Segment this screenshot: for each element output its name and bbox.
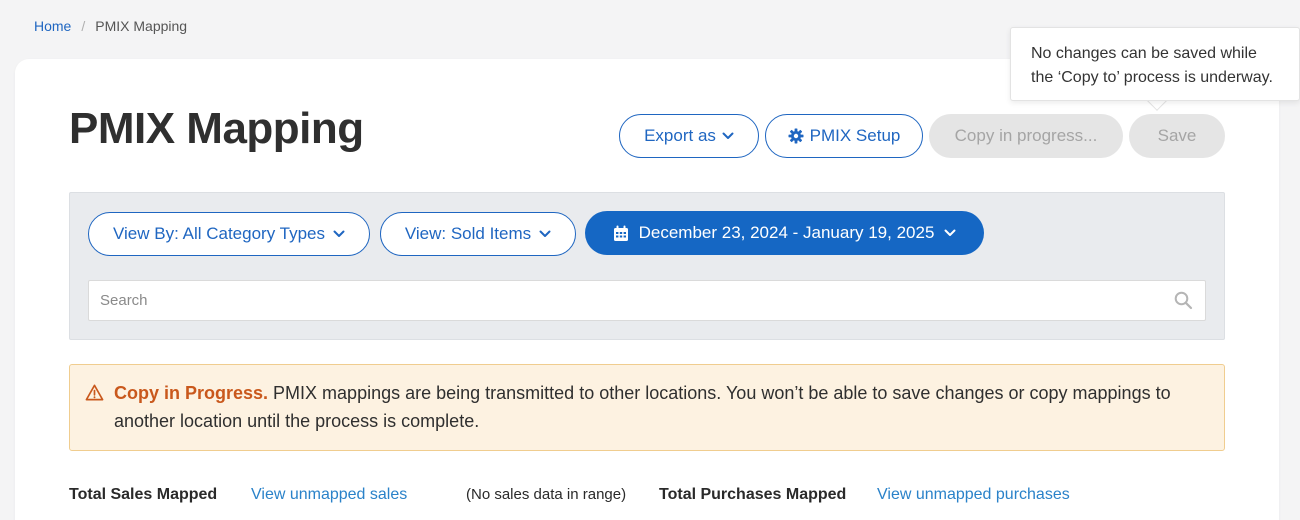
tooltip-line-1: No changes can be saved while bbox=[1031, 45, 1257, 62]
total-purchases-mapped-label: Total Purchases Mapped bbox=[659, 486, 847, 503]
calendar-icon bbox=[613, 225, 628, 241]
view-unmapped-purchases-link[interactable]: View unmapped purchases bbox=[877, 486, 1070, 504]
breadcrumb-home-link[interactable]: Home bbox=[34, 18, 71, 34]
export-as-button[interactable]: Export as bbox=[619, 114, 759, 158]
save-disabled-tooltip: No changes can be saved while the ‘Copy … bbox=[1010, 27, 1300, 101]
copy-in-progress-label: Copy in progress... bbox=[954, 126, 1098, 145]
pmix-setup-label: PMIX Setup bbox=[809, 126, 901, 145]
save-button[interactable]: Save bbox=[1129, 114, 1225, 158]
search-input[interactable] bbox=[89, 281, 1159, 320]
chevron-down-icon bbox=[333, 230, 345, 237]
alert-message: PMIX mappings are being transmitted to o… bbox=[114, 383, 1171, 431]
tooltip-line-2: the ‘Copy to’ process is underway. bbox=[1031, 69, 1273, 86]
copy-in-progress-button[interactable]: Copy in progress... bbox=[929, 114, 1123, 158]
view-by-label: View By: All Category Types bbox=[113, 224, 325, 243]
breadcrumb-current: PMIX Mapping bbox=[95, 18, 188, 34]
chevron-down-icon bbox=[944, 229, 956, 236]
chevron-down-icon bbox=[539, 230, 551, 237]
warning-triangle-icon bbox=[85, 384, 104, 401]
view-by-dropdown[interactable]: View By: All Category Types bbox=[88, 212, 370, 256]
alert-text: Copy in Progress. PMIX mappings are bein… bbox=[114, 379, 1204, 435]
export-as-label: Export as bbox=[644, 126, 716, 145]
gear-icon bbox=[788, 128, 804, 144]
alert-title: Copy in Progress. bbox=[114, 383, 269, 403]
pmix-setup-button[interactable]: PMIX Setup bbox=[765, 114, 923, 158]
save-label: Save bbox=[1157, 126, 1197, 145]
search-icon[interactable] bbox=[1174, 291, 1193, 310]
breadcrumb: Home / PMIX Mapping bbox=[34, 18, 187, 34]
chevron-down-icon bbox=[722, 132, 734, 139]
view-unmapped-sales-link[interactable]: View unmapped sales bbox=[251, 486, 407, 504]
total-sales-mapped-label: Total Sales Mapped bbox=[69, 486, 218, 503]
view-items-label: View: Sold Items bbox=[404, 224, 532, 243]
page-title: PMIX Mapping bbox=[69, 104, 364, 153]
date-range-picker[interactable]: December 23, 2024 - January 19, 2025 bbox=[585, 211, 984, 255]
no-sales-note: (No sales data in range) bbox=[466, 486, 627, 503]
breadcrumb-separator: / bbox=[81, 18, 86, 34]
date-range-label: December 23, 2024 - January 19, 2025 bbox=[638, 223, 935, 242]
copy-progress-alert: Copy in Progress. PMIX mappings are bein… bbox=[69, 364, 1225, 451]
search-box bbox=[88, 280, 1206, 321]
view-items-dropdown[interactable]: View: Sold Items bbox=[380, 212, 576, 256]
